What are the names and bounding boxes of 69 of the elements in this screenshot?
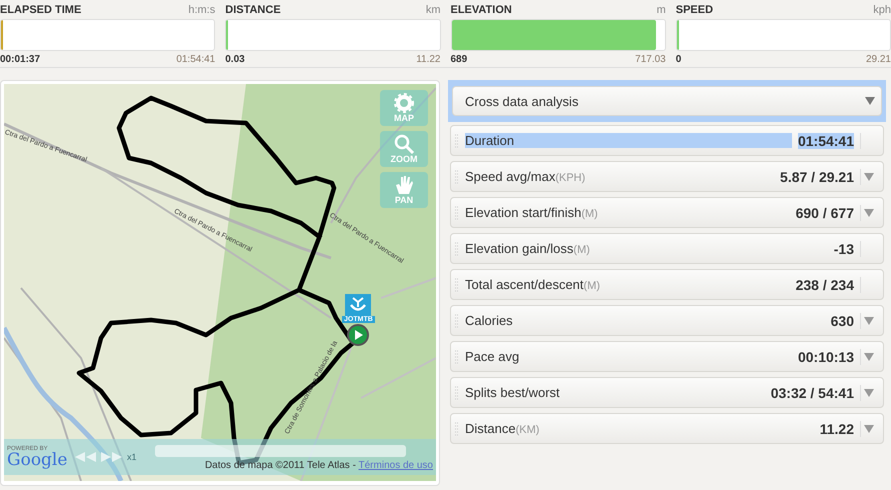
- caret-icon[interactable]: [864, 316, 874, 324]
- meter-label: SPEED: [676, 4, 714, 16]
- meter-value: 00:01:37: [0, 54, 40, 65]
- stat-value: 690 / 677: [796, 204, 854, 220]
- gear-icon: [393, 93, 415, 113]
- hand-icon: [393, 175, 415, 195]
- stat-label: Duration: [465, 133, 792, 148]
- stat-value: 238 / 234: [796, 276, 854, 292]
- stat-value: -13: [834, 240, 854, 256]
- meter-value: 0: [676, 54, 682, 65]
- grip-icon: [455, 422, 459, 436]
- fast-forward-icon[interactable]: [101, 452, 123, 462]
- grip-icon: [455, 278, 459, 292]
- search-icon: [393, 134, 415, 154]
- stat-value: 01:54:41: [798, 132, 854, 148]
- caret-icon[interactable]: [864, 172, 874, 180]
- stat-row[interactable]: Splits best/worst 03:32 / 54:41: [450, 377, 884, 408]
- caret-icon[interactable]: [864, 388, 874, 396]
- grip-icon: [455, 170, 459, 184]
- stat-label: Calories: [465, 313, 514, 328]
- timeline-track[interactable]: [154, 445, 406, 457]
- stat-value: 5.87 / 29.21: [780, 168, 854, 184]
- speed-label: x1: [127, 452, 137, 462]
- meter-unit: h:m:s: [188, 4, 216, 16]
- meter-total: 717.03: [635, 54, 666, 65]
- meter-unit: kph: [873, 4, 891, 16]
- grip-icon: [455, 242, 459, 256]
- stat-row[interactable]: Speed avg/max(KPH) 5.87 / 29.21: [450, 161, 884, 192]
- stat-label: Distance(KM): [465, 421, 540, 436]
- meter-unit: m: [656, 4, 666, 16]
- logo: Google: [7, 452, 68, 468]
- stat-row[interactable]: Elevation gain/loss(M) -13: [450, 233, 884, 264]
- stat-label: Pace avg: [465, 349, 520, 364]
- stat-row[interactable]: Duration 01:54:41: [450, 125, 884, 156]
- stat-label: Splits best/worst: [465, 385, 561, 400]
- stat-row[interactable]: Total ascent/descent(M) 238 / 234: [450, 269, 884, 300]
- stat-value: 03:32 / 54:41: [770, 384, 854, 400]
- meter-label: ELAPSED TIME: [0, 4, 82, 16]
- grip-icon: [455, 134, 459, 148]
- caret-icon[interactable]: [864, 352, 874, 360]
- stat-label: Speed avg/max(KPH): [465, 169, 586, 184]
- stat-row[interactable]: Pace avg 00:10:13: [450, 341, 884, 372]
- grip-icon: [455, 386, 459, 400]
- stat-value: 630: [830, 312, 854, 328]
- meter-unit: km: [426, 4, 440, 16]
- rewind-icon[interactable]: [75, 452, 97, 462]
- grip-icon: [455, 206, 459, 220]
- stat-row[interactable]: Elevation start/finish(M) 690 / 677: [450, 197, 884, 228]
- meter-label: DISTANCE: [225, 4, 281, 16]
- stat-label: Total ascent/descent(M): [465, 277, 602, 292]
- smiley-icon: [345, 294, 372, 316]
- grip-icon: [455, 350, 459, 364]
- meter-value: 689: [450, 54, 468, 65]
- analysis-dropdown[interactable]: Cross data analysis: [452, 86, 882, 116]
- caret-icon[interactable]: [864, 208, 874, 216]
- stat-row[interactable]: Distance(KM) 11.22: [450, 413, 884, 444]
- grip-icon: [455, 314, 459, 328]
- meter-total: 11.22: [416, 54, 440, 65]
- caret-icon[interactable]: [864, 424, 874, 432]
- caret-icon: [865, 97, 875, 105]
- stat-label: Elevation gain/loss(M): [465, 241, 591, 256]
- stat-label: Elevation start/finish(M): [465, 205, 599, 220]
- meter-value: 0.03: [225, 54, 245, 65]
- stat-value: 00:10:13: [798, 348, 854, 364]
- meter-label: ELEVATION: [450, 4, 512, 16]
- meter-total: 01:54:41: [176, 54, 216, 65]
- meter-total: 29.21: [866, 54, 891, 65]
- stat-value: 11.22: [820, 420, 854, 436]
- stat-row[interactable]: Calories 630: [450, 305, 884, 336]
